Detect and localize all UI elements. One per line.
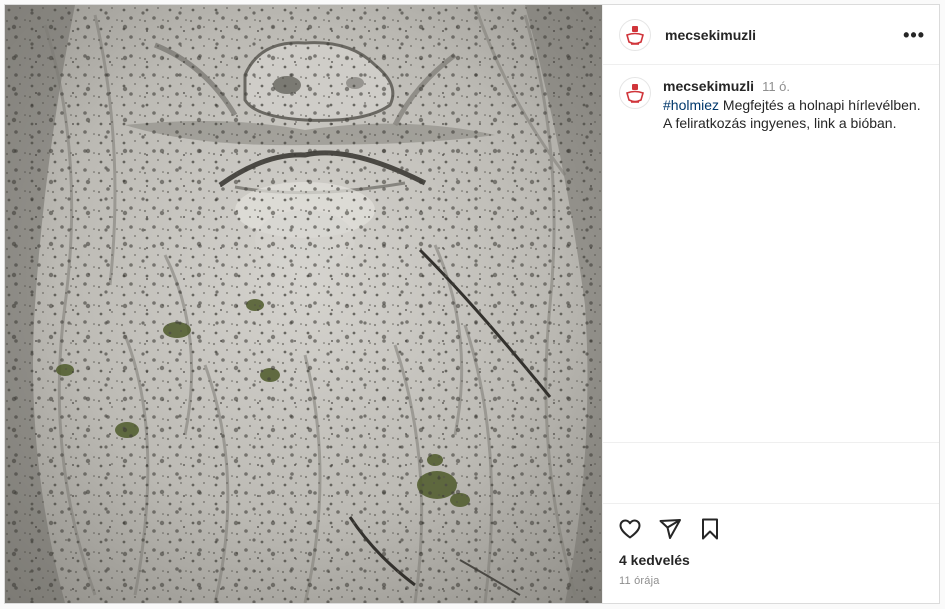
heart-icon[interactable]	[617, 516, 643, 542]
more-options-icon[interactable]: •••	[903, 26, 925, 44]
divider-area	[603, 443, 939, 504]
stone-carved-face-icon	[5, 5, 602, 603]
caption: mecsekimuzli 11 ó. #holmiez Megfejtés a h…	[619, 77, 923, 132]
post-sidebar: mecsekimuzli ••• mecsekimuzli 11 ó. #holm…	[603, 5, 939, 603]
mecsekimuzli-logo-icon	[626, 25, 644, 45]
likes-count[interactable]: 4 kedvelés	[603, 542, 939, 568]
paper-plane-icon[interactable]	[657, 516, 683, 542]
post-header: mecsekimuzli •••	[603, 5, 939, 65]
caption-avatar[interactable]	[619, 77, 651, 109]
header-username[interactable]: mecsekimuzli	[665, 27, 756, 43]
post-image[interactable]	[5, 5, 603, 603]
caption-body: mecsekimuzli 11 ó. #holmiez Megfejtés a h…	[663, 77, 923, 132]
mecsekimuzli-logo-icon	[626, 84, 644, 103]
bookmark-icon[interactable]	[697, 516, 723, 542]
profile-avatar[interactable]	[619, 18, 651, 51]
action-bar	[603, 504, 939, 542]
caption-time: 11 ó.	[762, 79, 791, 94]
post-timestamp[interactable]: 11 órája	[603, 568, 939, 603]
hashtag-link[interactable]: #holmiez	[663, 97, 719, 113]
post-container: mecsekimuzli ••• mecsekimuzli 11 ó. #holm…	[4, 4, 940, 604]
comments-section: mecsekimuzli 11 ó. #holmiez Megfejtés a h…	[603, 65, 939, 443]
caption-username[interactable]: mecsekimuzli	[663, 78, 754, 94]
